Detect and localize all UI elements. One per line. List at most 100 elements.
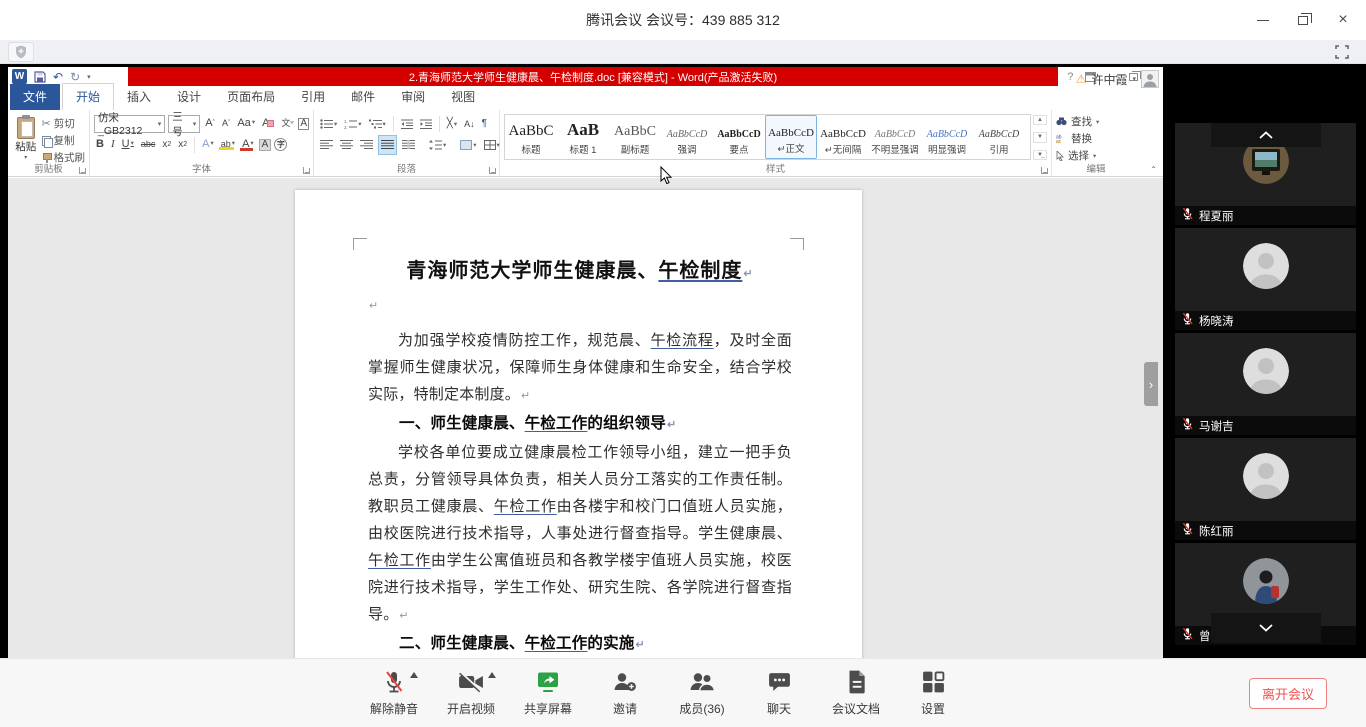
- styles-more-icon[interactable]: ▼̲: [1033, 150, 1047, 160]
- toolbar-invite-button[interactable]: 邀请: [593, 668, 657, 717]
- style-副标题[interactable]: AaBbC副标题: [609, 115, 661, 159]
- font-name-combo[interactable]: 仿宋_GB2312▾: [94, 115, 165, 133]
- multilevel-list-button[interactable]: ▾: [367, 114, 388, 134]
- font-dialog-launcher[interactable]: [303, 167, 310, 174]
- character-shading-button[interactable]: A: [259, 139, 272, 151]
- change-case-button[interactable]: Aa▾: [235, 118, 257, 129]
- toolbar-mic-muted-button[interactable]: 解除静音: [362, 668, 426, 717]
- replace-button[interactable]: abac 替换: [1056, 131, 1136, 146]
- style-引用[interactable]: AaBbCcD引用: [973, 115, 1025, 159]
- security-shield-button[interactable]: [8, 42, 34, 62]
- qat-customize-icon[interactable]: ▾: [87, 73, 91, 81]
- margin-mark: [353, 238, 367, 250]
- styles-scroll-down-icon[interactable]: ▼: [1033, 132, 1047, 142]
- style-强调[interactable]: AaBbCcD强调: [661, 115, 713, 159]
- shading-button[interactable]: ▾: [458, 135, 478, 155]
- panel-scroll-down-button[interactable]: [1211, 613, 1321, 643]
- maximize-button[interactable]: [1290, 7, 1316, 33]
- caret-up-icon[interactable]: [410, 672, 418, 678]
- toolbar-doc-button[interactable]: 会议文档: [824, 668, 888, 717]
- enclose-characters-button[interactable]: 字: [274, 138, 287, 151]
- style-明显强调[interactable]: AaBbCcD明显强调: [921, 115, 973, 159]
- distribute-button[interactable]: [400, 135, 417, 155]
- superscript-button[interactable]: x2: [176, 140, 189, 150]
- highlight-button[interactable]: ab▾: [219, 140, 237, 149]
- undo-icon[interactable]: ↶: [53, 71, 63, 83]
- bullets-button[interactable]: ▾: [318, 114, 339, 134]
- style-正文[interactable]: AaBbCcD↵正文: [765, 115, 817, 159]
- panel-expand-handle[interactable]: ›: [1144, 362, 1158, 406]
- clipboard-dialog-launcher[interactable]: [79, 167, 86, 174]
- style-标题 1[interactable]: AaB标题 1: [557, 115, 609, 159]
- numbering-button[interactable]: 1.2.▾: [342, 114, 363, 134]
- toolbar-share-screen-button[interactable]: 共享屏幕: [516, 668, 580, 717]
- grow-font-button[interactable]: Aˆ: [203, 118, 217, 129]
- toolbar-chat-button[interactable]: 聊天: [747, 668, 811, 717]
- paragraph-dialog-launcher[interactable]: [489, 167, 496, 174]
- strikethrough-button[interactable]: abc: [139, 140, 158, 149]
- style-标题[interactable]: AaBbC标题: [505, 115, 557, 159]
- toolbar-camera-off-button[interactable]: 开启视频: [439, 668, 503, 717]
- cut-button[interactable]: ✂剪切: [42, 116, 86, 131]
- justify-button[interactable]: [378, 135, 397, 155]
- paste-button[interactable]: 粘贴 ▾: [12, 113, 40, 162]
- doc-block-doc-title: 青海师范大学师生健康晨、午检制度↵: [368, 254, 792, 290]
- align-center-button[interactable]: [338, 135, 355, 155]
- subscript-button[interactable]: x2: [160, 140, 173, 150]
- help-button[interactable]: ?: [1067, 71, 1073, 83]
- underline-button[interactable]: U▾: [120, 139, 136, 150]
- document-page[interactable]: 青海师范大学师生健康晨、午检制度↵↵为加强学校疫情防控工作，规范晨、午检流程，及…: [295, 190, 862, 658]
- participant-tile[interactable]: 杨晓涛: [1175, 228, 1356, 330]
- align-left-button[interactable]: [318, 135, 335, 155]
- underlined-text: 午检流程: [651, 331, 714, 349]
- tab-开始[interactable]: 开始: [62, 83, 114, 110]
- decrease-indent-button[interactable]: [399, 114, 415, 134]
- style-要点[interactable]: AaBbCcD要点: [713, 115, 765, 159]
- phonetic-guide-button[interactable]: 文ʷ: [279, 119, 295, 128]
- save-icon[interactable]: [34, 71, 46, 83]
- increase-indent-button[interactable]: [418, 114, 434, 134]
- bold-button[interactable]: B: [94, 139, 106, 150]
- tab-插入[interactable]: 插入: [114, 84, 164, 110]
- font-color-button[interactable]: A▾: [240, 139, 256, 150]
- toolbar-members-button[interactable]: 成员(36): [670, 668, 734, 717]
- find-button[interactable]: 查找▾: [1056, 114, 1136, 129]
- clear-formatting-button[interactable]: A: [260, 118, 276, 129]
- panel-collapse-button[interactable]: [1211, 123, 1321, 147]
- text-effects-button[interactable]: A▾: [200, 139, 216, 150]
- tab-文件[interactable]: 文件: [10, 84, 60, 110]
- italic-button[interactable]: I: [109, 139, 117, 150]
- collapse-ribbon-icon[interactable]: ⌃: [1150, 165, 1157, 174]
- tab-页面布局[interactable]: 页面布局: [214, 84, 288, 110]
- show-marks-button[interactable]: ¶: [480, 114, 489, 134]
- align-right-button[interactable]: [358, 135, 375, 155]
- sort-button[interactable]: A↓: [462, 114, 477, 134]
- minimize-button[interactable]: [1250, 7, 1276, 33]
- leave-meeting-button[interactable]: 离开会议: [1249, 678, 1327, 709]
- account-area[interactable]: ⚠ 许中霞 ▾: [1076, 70, 1159, 88]
- toolbar-settings-button[interactable]: 设置: [901, 668, 965, 717]
- borders-button[interactable]: ▾: [482, 135, 502, 155]
- tab-审阅[interactable]: 审阅: [388, 84, 438, 110]
- redo-icon[interactable]: ↻: [70, 71, 80, 83]
- styles-scroll-up-icon[interactable]: ▲: [1033, 115, 1047, 125]
- close-button[interactable]: ×: [1330, 7, 1356, 33]
- character-border-button[interactable]: A: [298, 118, 309, 130]
- shrink-font-button[interactable]: Aˇ: [220, 119, 232, 128]
- tab-设计[interactable]: 设计: [164, 84, 214, 110]
- style-无间隔[interactable]: AaBbCcD↵无间隔: [817, 115, 869, 159]
- caret-up-icon[interactable]: [488, 672, 496, 678]
- style-不明显强调[interactable]: AaBbCcD不明显强调: [869, 115, 921, 159]
- participant-tile[interactable]: 陈红丽: [1175, 438, 1356, 540]
- tab-视图[interactable]: 视图: [438, 84, 488, 110]
- copy-button[interactable]: 复制: [42, 133, 86, 148]
- tab-引用[interactable]: 引用: [288, 84, 338, 110]
- tab-邮件[interactable]: 邮件: [338, 84, 388, 110]
- line-spacing-button[interactable]: ▾: [427, 135, 448, 155]
- fullscreen-button[interactable]: [1330, 42, 1354, 62]
- asian-layout-button[interactable]: ╳▾: [445, 114, 459, 134]
- participant-tile[interactable]: 马谢吉: [1175, 333, 1356, 435]
- text-run: 青海师范大学师生健康晨、: [406, 258, 658, 282]
- font-size-combo[interactable]: 三号▾: [168, 115, 200, 133]
- styles-dialog-launcher[interactable]: [1041, 167, 1048, 174]
